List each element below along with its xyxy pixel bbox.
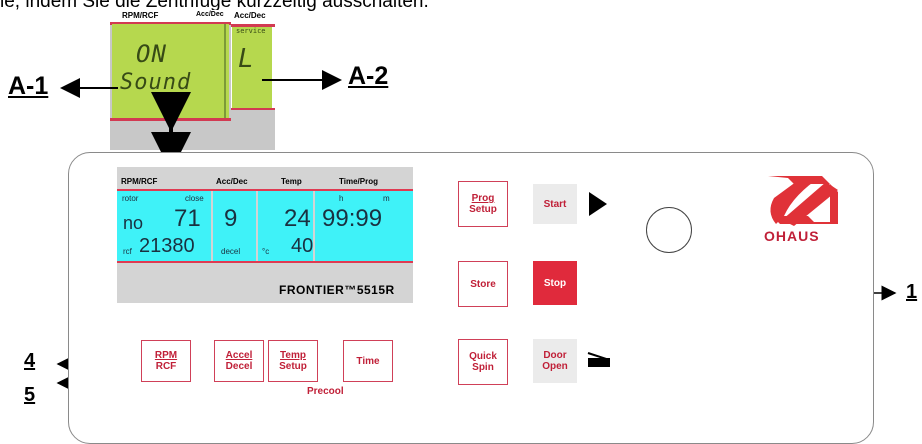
temp-value: 24	[284, 205, 311, 232]
prog-setup-button[interactable]: Prog Setup	[458, 181, 508, 227]
hour-label: h	[339, 194, 344, 203]
play-icon	[589, 192, 607, 216]
lcd-header-acc: Acc/Dec	[216, 177, 248, 186]
rcf-label: rcf	[123, 247, 132, 256]
callout-a2: A-2	[348, 62, 389, 90]
minute-label: m	[383, 194, 390, 203]
model-label: FRONTIER™5515R	[279, 283, 395, 297]
lcd-header-rpm: RPM/RCF	[121, 177, 158, 186]
ohaus-logo: OHAUS	[764, 172, 842, 244]
callout-5: 5	[24, 384, 36, 406]
rcf-value: 21380	[139, 235, 195, 257]
brand-text: OHAUS	[764, 228, 820, 244]
decel-label: decel	[221, 247, 241, 256]
celsius-label: °c	[262, 247, 270, 256]
temp-setup-button[interactable]: Temp Setup	[268, 340, 318, 382]
accel-value: 9	[224, 205, 238, 232]
callout-4: 4	[24, 350, 36, 372]
door-icon	[587, 350, 612, 368]
rotor-value: no	[123, 213, 144, 233]
precool-label: Precool	[303, 386, 348, 397]
start-button[interactable]: Start	[533, 184, 577, 224]
stop-button[interactable]: Stop	[533, 261, 577, 305]
lcd-header-temp: Temp	[281, 177, 302, 186]
door-open-button[interactable]: Door Open	[533, 339, 577, 383]
callout-a1: A-1	[8, 72, 49, 100]
store-button[interactable]: Store	[458, 261, 508, 307]
main-lcd: RPM/RCF Acc/Dec Temp Time/Prog rotor clo…	[117, 167, 413, 303]
lcd-header-time: Time/Prog	[339, 177, 378, 186]
time-button[interactable]: Time	[343, 340, 393, 382]
close-label: close	[185, 194, 204, 203]
rotor-number: 71	[174, 205, 201, 232]
knob-icon[interactable]	[646, 207, 692, 253]
rpm-rcf-button[interactable]: RPM RCF	[141, 340, 191, 382]
accel-decel-button[interactable]: Accel Decel	[214, 340, 264, 382]
time-value: 99:99	[322, 205, 383, 232]
temp2-value: 40	[291, 235, 314, 257]
quick-spin-button[interactable]: Quick Spin	[458, 339, 508, 385]
callout-1: 1	[906, 281, 918, 303]
rotor-label: rotor	[122, 194, 139, 203]
